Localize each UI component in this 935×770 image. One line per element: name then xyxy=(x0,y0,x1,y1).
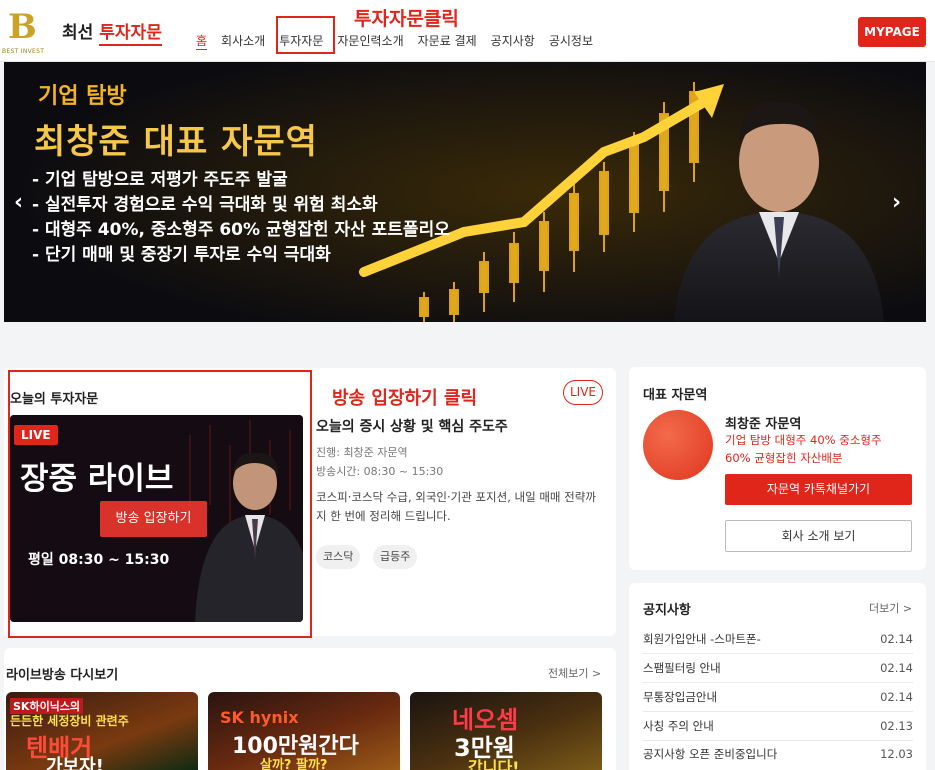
replay-line: SK hynix xyxy=(220,708,299,727)
main-nav: 홈 회사소개 투자자문 자문인력소개 자문료 결제 공지사항 공시정보 xyxy=(196,32,607,50)
mypage-button[interactable]: MYPAGE xyxy=(858,17,926,47)
notice-row[interactable]: 무통장입금안내 02.14 xyxy=(643,683,913,712)
advisor-desc-line: 기업 탐방 대형주 40% 중소형주 xyxy=(725,433,882,447)
replay-line: 갑니다! xyxy=(468,758,520,770)
logo-caption: BEST INVEST xyxy=(2,48,45,55)
logo-letter: B xyxy=(8,7,37,47)
lead-advisor-heading: 대표 자문역 xyxy=(643,388,708,403)
broadcast-description: 코스피·코스닥 수급, 외국인·기관 포지션, 내일 매매 전략까지 한 번에 … xyxy=(316,490,596,523)
hero-bullet: - 실전투자 경험으로 수익 극대화 및 위험 최소화 xyxy=(32,195,378,215)
replay-more-link[interactable]: 전체보기 > xyxy=(548,665,601,681)
tag-chip[interactable]: 급등주 xyxy=(373,545,418,569)
hero-next-arrow-icon[interactable]: › xyxy=(892,190,901,215)
company-intro-button[interactable]: 회사 소개 보기 xyxy=(725,520,912,552)
notice-date: 02.14 xyxy=(880,632,913,646)
brand-logo[interactable]: B BEST INVEST xyxy=(2,8,48,56)
replay-thumbnail[interactable]: SK하이닉스의 든든한 세정장비 관련주 텐배거 가보자! xyxy=(6,692,198,770)
brand-name-part1: 최선 xyxy=(62,23,94,43)
notice-title: 사칭 주의 안내 xyxy=(643,719,714,733)
nav-company[interactable]: 회사소개 xyxy=(221,32,265,50)
nav-notice[interactable]: 공지사항 xyxy=(491,32,535,50)
notice-date: 02.13 xyxy=(880,719,913,733)
replay-thumbnail[interactable]: 네오셈 3만원 갑니다! xyxy=(410,692,602,770)
notice-title: 공지사항 오픈 준비중입니다 xyxy=(643,747,778,761)
hero-title: 최창준 대표 자문역 xyxy=(34,122,318,162)
brand-name[interactable]: 최선 투자자문 xyxy=(62,18,162,46)
broadcast-time: 방송시간: 08:30 ~ 15:30 xyxy=(316,465,444,478)
broadcast-title[interactable]: 오늘의 증시 상황 및 핵심 주도주 xyxy=(316,416,508,436)
notice-more-link[interactable]: 더보기 > xyxy=(869,600,912,616)
hero-bullet-list: - 기업 탐방으로 저평가 주도주 발굴 - 실전투자 경험으로 수익 극대화 … xyxy=(32,168,450,268)
hero-bullet: - 단기 매매 및 중장기 투자로 수익 극대화 xyxy=(32,245,331,265)
live-status-pill: LIVE xyxy=(563,380,603,405)
notice-date: 02.14 xyxy=(880,690,913,704)
annotation-enter-click: 방송 입장하기 클릭 xyxy=(332,388,478,409)
replay-heading: 라이브방송 다시보기 xyxy=(6,668,119,683)
nav-payment[interactable]: 자문료 결제 xyxy=(418,32,477,50)
site-header: B BEST INVEST 최선 투자자문 홈 회사소개 투자자문 자문인력소개 … xyxy=(0,0,935,62)
nav-home[interactable]: 홈 xyxy=(196,32,208,50)
notice-title: 스팸필터링 안내 xyxy=(643,661,721,675)
replay-line: 살까? 팔까? xyxy=(260,758,328,770)
nav-advisors[interactable]: 자문인력소개 xyxy=(337,32,403,50)
brand-name-part2: 투자자문 xyxy=(99,23,162,46)
advisor-desc-line: 60% 균형잡힌 자산배분 xyxy=(725,451,843,465)
advisor-name: 최창준 자문역 xyxy=(725,417,802,432)
notice-card: 공지사항 더보기 > 회원가입안내 -스마트폰- 02.14 스팸필터링 안내 02… xyxy=(629,583,926,770)
kakao-channel-button[interactable]: 자문역 카톡채널가기 xyxy=(725,474,912,505)
hero-banner[interactable]: 기업 탐방 최창준 대표 자문역 - 기업 탐방으로 저평가 주도주 발굴 - … xyxy=(4,62,926,322)
hero-bullet: - 기업 탐방으로 저평가 주도주 발굴 xyxy=(32,170,288,190)
notice-date: 02.14 xyxy=(880,661,913,675)
annotation-box-nav xyxy=(276,16,335,54)
notice-heading: 공지사항 xyxy=(643,603,691,618)
hero-tag: 기업 탐방 xyxy=(38,84,127,109)
notice-title: 회원가입안내 -스마트폰- xyxy=(643,632,761,646)
annotation-nav-click: 투자자문클릭 xyxy=(354,8,459,30)
hero-bullet: - 대형주 40%, 중소형주 60% 균형잡힌 자산 포트폴리오 xyxy=(32,220,450,240)
notice-row[interactable]: 스팸필터링 안내 02.14 xyxy=(643,654,913,683)
replay-thumbnail[interactable]: SK hynix 100만원간다 살까? 팔까? xyxy=(208,692,400,770)
broadcast-host: 진행: 최창준 자문역 xyxy=(316,446,408,459)
notice-row[interactable]: 회원가입안내 -스마트폰- 02.14 xyxy=(643,625,913,654)
notice-row[interactable]: 사칭 주의 안내 02.13 xyxy=(643,712,913,741)
advisor-description: 기업 탐방 대형주 40% 중소형주 60% 균형잡힌 자산배분 xyxy=(725,431,882,467)
replay-line: 가보자! xyxy=(46,756,104,770)
lead-advisor-card: 대표 자문역 최창준 자문역 기업 탐방 대형주 40% 중소형주 60% 균형… xyxy=(629,367,926,570)
hero-prev-arrow-icon[interactable]: ‹ xyxy=(14,190,23,215)
notice-row[interactable]: 공지사항 오픈 준비중입니다 12.03 xyxy=(643,740,913,769)
advisor-avatar xyxy=(643,410,713,480)
tag-chip[interactable]: 코스닥 xyxy=(316,545,361,569)
notice-date: 12.03 xyxy=(880,747,913,761)
notice-title: 무통장입금안내 xyxy=(643,690,718,704)
replay-line: 든든한 세정장비 관련주 xyxy=(10,714,129,728)
annotation-box-broadcast xyxy=(8,370,312,638)
nav-disclosure[interactable]: 공시정보 xyxy=(549,32,593,50)
